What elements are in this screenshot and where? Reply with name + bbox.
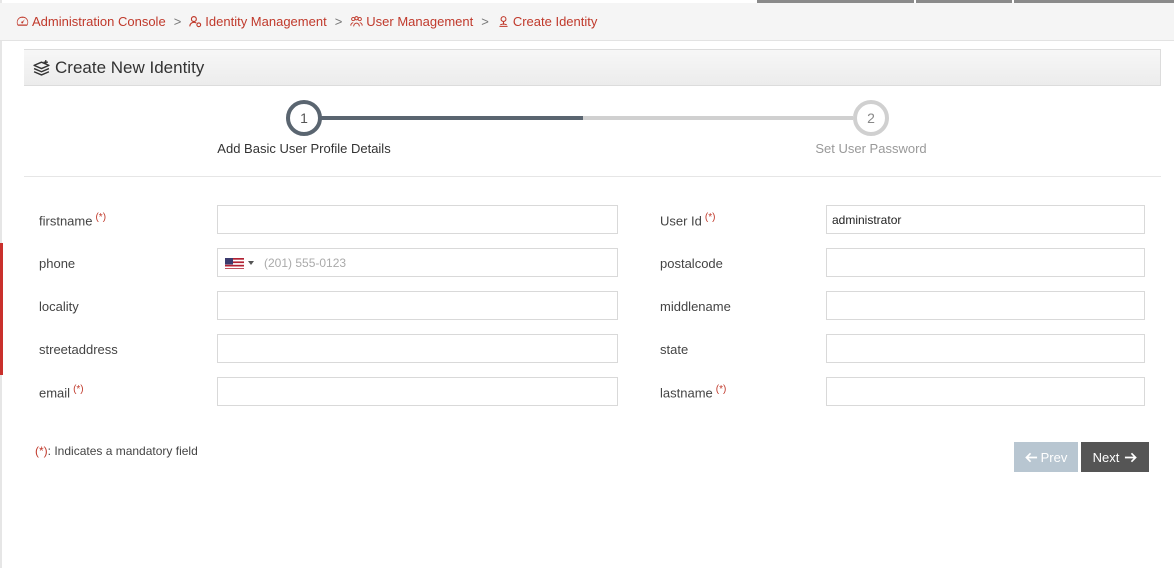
locality-label: locality (39, 299, 79, 314)
arrow-left-icon (1024, 452, 1037, 462)
stepper-remaining-line (583, 116, 853, 120)
field-label-text: lastname (660, 385, 713, 401)
state-label: state (660, 342, 689, 357)
panel-header: Create New Identity (24, 49, 1161, 86)
streetaddress-label: streetaddress (39, 342, 118, 357)
breadcrumb-label: User Management (366, 14, 474, 29)
breadcrumb-label: Create Identity (512, 14, 598, 29)
email-label: email (*) (39, 384, 84, 400)
next-button[interactable]: Next (1081, 442, 1149, 472)
mandatory-text: : Indicates a mandatory field (47, 444, 198, 458)
field-label-text: firstname (39, 213, 93, 229)
layers-add-icon (33, 60, 50, 76)
firstname-input[interactable] (217, 205, 618, 234)
breadcrumb-create-identity[interactable]: Create Identity (497, 14, 598, 29)
email-input[interactable] (217, 377, 618, 406)
breadcrumb-label: Identity Management (205, 14, 327, 29)
middlename-input[interactable] (826, 291, 1145, 320)
prev-button[interactable]: Prev (1014, 442, 1078, 472)
step-number: 1 (300, 110, 308, 126)
userid-label: User Id (*) (660, 212, 715, 228)
postalcode-input[interactable] (826, 248, 1145, 277)
dashboard-icon (16, 16, 29, 26)
required-mark: (*) (704, 212, 716, 223)
mandatory-field-note: (*): Indicates a mandatory field (35, 444, 198, 458)
phone-field (217, 248, 618, 277)
phone-input[interactable] (262, 249, 617, 276)
field-label-text: User Id (660, 213, 702, 229)
required-mark: (*) (73, 384, 84, 395)
breadcrumb-separator: > (173, 14, 182, 29)
required-mark: (*) (715, 384, 727, 395)
required-mark: (*) (95, 212, 107, 223)
step-1-circle[interactable]: 1 (286, 100, 322, 136)
prev-label: Prev (1040, 449, 1068, 465)
postalcode-label: postalcode (660, 256, 723, 271)
userid-input[interactable] (826, 205, 1145, 234)
next-label: Next (1092, 449, 1120, 465)
user-gear-icon (189, 16, 202, 28)
users-icon (350, 16, 363, 27)
chevron-down-icon (248, 260, 254, 265)
locality-input[interactable] (217, 291, 618, 320)
arrow-right-icon (1125, 452, 1138, 462)
breadcrumb-user-management[interactable]: User Management (350, 14, 473, 29)
field-label-text: email (39, 385, 71, 401)
breadcrumb-identity-management[interactable]: Identity Management (189, 14, 327, 29)
step-1-label: Add Basic User Profile Details (217, 141, 391, 156)
step-2-label: Set User Password (815, 141, 927, 156)
left-accent-bar (0, 243, 3, 375)
breadcrumb-administration-console[interactable]: Administration Console (16, 14, 166, 29)
middlename-label: middlename (660, 299, 731, 314)
lastname-input[interactable] (826, 377, 1145, 406)
panel-title: Create New Identity (55, 57, 205, 77)
user-pin-icon (499, 16, 508, 27)
step-2-circle[interactable]: 2 (853, 100, 889, 136)
lastname-label: lastname (*) (660, 384, 726, 400)
breadcrumb-separator: > (334, 14, 343, 29)
us-flag-icon (225, 257, 244, 269)
mandatory-mark: (*) (35, 444, 48, 458)
streetaddress-input[interactable] (217, 334, 618, 363)
stepper-progress-line (304, 116, 583, 120)
step-number: 2 (867, 110, 875, 126)
state-input[interactable] (826, 334, 1145, 363)
country-code-dropdown[interactable] (218, 257, 262, 269)
breadcrumb: Administration Console > Identity Manage… (0, 3, 1174, 41)
breadcrumb-separator: > (481, 14, 489, 29)
breadcrumb-label: Administration Console (32, 14, 166, 29)
stepper: 1 2 Add Basic User Profile Details Set U… (24, 87, 1161, 177)
firstname-label: firstname (*) (39, 212, 106, 228)
phone-label: phone (39, 256, 76, 271)
